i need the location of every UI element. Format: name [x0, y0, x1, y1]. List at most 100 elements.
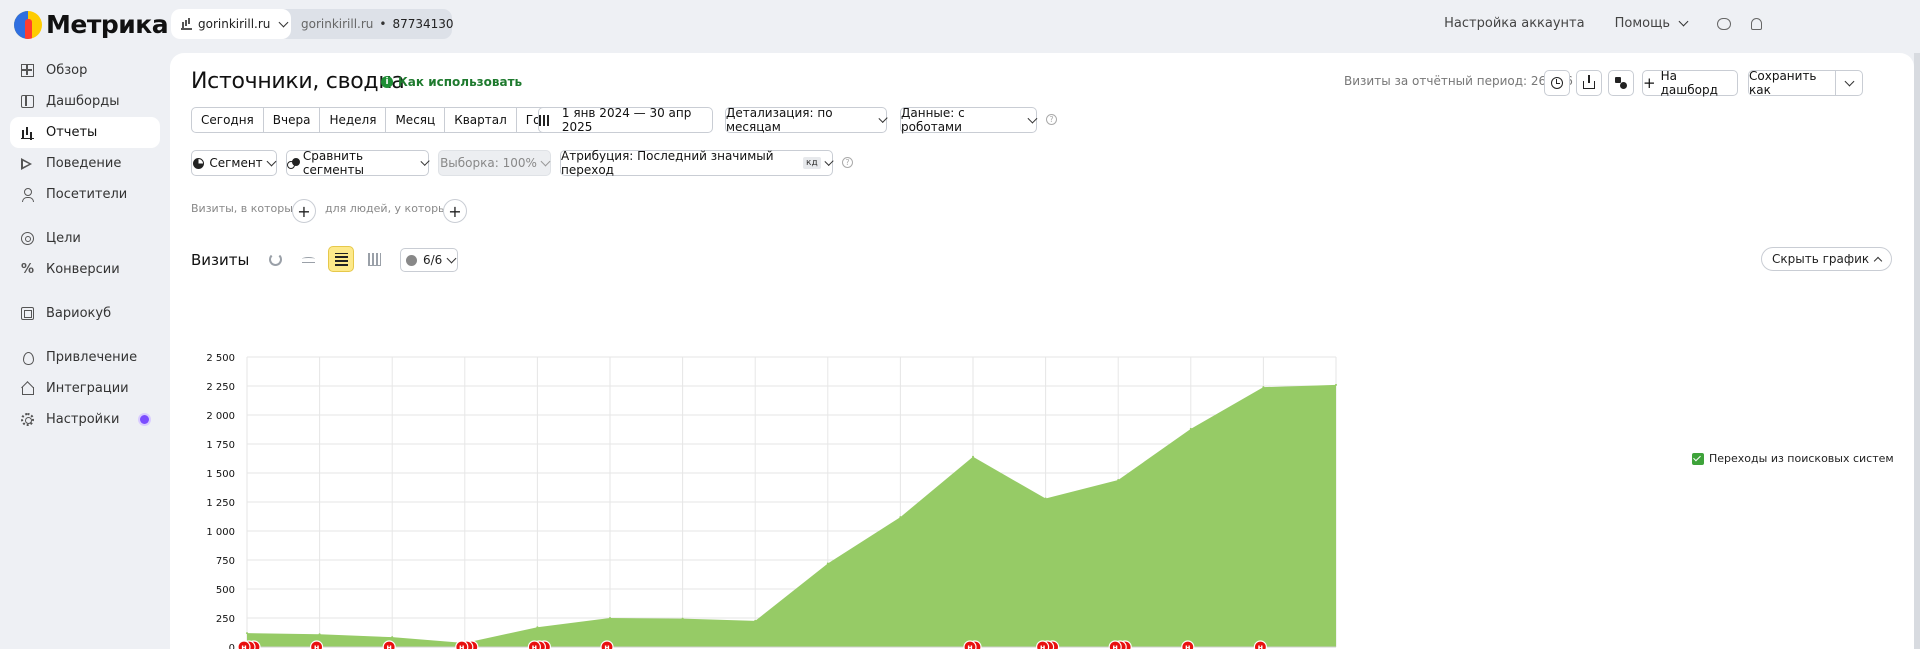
save-as-dropdown[interactable] [1835, 70, 1863, 96]
sample-dropdown[interactable]: Выборка: 100% [438, 150, 551, 176]
share-icon [1583, 75, 1595, 89]
house-icon [21, 382, 34, 395]
chevron-down-icon [1678, 16, 1689, 27]
stats-icon [181, 19, 192, 30]
period-yesterday[interactable]: Вчера [264, 108, 321, 132]
visits-condition-label: Визиты, в которых [191, 202, 300, 215]
legend-checkbox[interactable] [1692, 452, 1704, 465]
data-point [1335, 383, 1337, 386]
chevron-down-icon [540, 156, 551, 166]
annotation-label: н [386, 643, 392, 649]
chevron-down-icon [278, 17, 289, 27]
chat-icon[interactable] [1717, 17, 1731, 30]
sidebar-item-settings[interactable]: Настройки [10, 404, 160, 435]
annotation-label: н [532, 643, 538, 649]
sidebar-item-acquisition[interactable]: Привлечение [10, 342, 160, 373]
chart-type-line[interactable] [295, 246, 321, 272]
nav-gap [10, 285, 160, 298]
sidebar-item-visitors[interactable]: Посетители [10, 179, 160, 210]
gear-icon [21, 413, 34, 426]
sidebar-item-conversions[interactable]: % Конверсии [10, 254, 160, 285]
plus-icon: + [448, 201, 462, 221]
help-icon[interactable]: ? [1046, 114, 1057, 125]
play-icon [21, 157, 32, 170]
add-people-condition-button[interactable]: + [443, 199, 467, 223]
chart-type-pie[interactable] [262, 246, 288, 272]
annotation-label: н [459, 643, 465, 649]
chevron-down-icon [878, 113, 888, 123]
top-bar: Метрика gorinkirill.ru gorinkirill.ru • … [0, 0, 1920, 50]
counter-site: gorinkirill.ru [301, 17, 374, 31]
sidebar-item-label: Конверсии [46, 262, 120, 277]
annotation-label: н [1040, 643, 1046, 649]
period-month[interactable]: Месяц [386, 108, 446, 132]
sidebar-item-variocube[interactable]: Вариокуб [10, 298, 160, 329]
sidebar-item-dashboards[interactable]: Дашборды [10, 86, 160, 117]
chevron-up-icon [1873, 256, 1883, 266]
period-week[interactable]: Неделя [320, 108, 387, 132]
series-count-dropdown[interactable]: 6/6 [400, 248, 458, 272]
hide-chart-button[interactable]: Скрыть график [1761, 247, 1893, 271]
sidebar-item-behavior[interactable]: Поведение [10, 148, 160, 179]
data-point [681, 617, 684, 620]
chevron-down-icon [824, 156, 834, 166]
chart-type-bars[interactable] [361, 246, 387, 272]
data-point [972, 455, 974, 458]
sidebar-item-integrations[interactable]: Интеграции [10, 373, 160, 404]
detail-dropdown[interactable]: Детализация: по месяцам [725, 106, 888, 134]
bell-icon[interactable] [1751, 17, 1762, 30]
counter-info: gorinkirill.ru • 87734130 [301, 9, 454, 39]
series-area [247, 384, 1336, 647]
sidebar-item-overview[interactable]: Обзор [10, 55, 160, 86]
data-dropdown[interactable]: Данные: с роботами [900, 106, 1038, 134]
y-tick-label: 1 750 [206, 440, 235, 451]
sidebar-item-goals[interactable]: Цели [10, 223, 160, 254]
period-today[interactable]: Сегодня [192, 108, 264, 132]
clock-icon [1551, 77, 1563, 89]
sidebar-item-reports[interactable]: Отчеты [10, 117, 160, 148]
add-visit-condition-button[interactable]: + [292, 199, 316, 223]
compare-icon [1615, 77, 1627, 89]
history-button[interactable] [1544, 70, 1570, 96]
scrollbar[interactable] [1914, 53, 1920, 649]
segment-dropdown[interactable]: Сегмент [191, 150, 277, 176]
comment-icon [406, 254, 417, 266]
data-point [318, 633, 321, 636]
segment-label: Сегмент [209, 156, 263, 170]
pie-icon [193, 157, 205, 169]
date-range-picker[interactable]: 1 янв 2024 — 30 апр 2025 [538, 106, 713, 134]
counter-dropdown[interactable]: gorinkirill.ru [171, 9, 291, 39]
visits-area-chart: 0 250 500 750 1 000 1 250 1 500 1 750 2 000 2 250… [206, 353, 1337, 649]
y-tick-label: 250 [216, 614, 235, 625]
info-icon: i [381, 76, 393, 88]
compare-segments-dropdown[interactable]: Сравнить сегменты [286, 149, 430, 177]
compare-button[interactable] [1608, 70, 1634, 96]
attribution-dropdown[interactable]: Атрибуция: Последний значимый переход кд [560, 149, 834, 177]
notification-dot [140, 415, 149, 424]
period-quarter[interactable]: Квартал [445, 108, 517, 132]
annotation-label: н [241, 643, 247, 649]
data-label: Данные: с роботами [901, 106, 965, 134]
sidebar-item-label: Вариокуб [46, 306, 112, 321]
metrika-logo-icon [14, 10, 42, 39]
export-button[interactable] [1576, 70, 1602, 96]
help-menu[interactable]: Помощь [1615, 16, 1689, 31]
fire-icon [21, 351, 34, 365]
save-as-button[interactable]: Сохранить как [1748, 69, 1836, 97]
percent-icon: % [21, 262, 35, 277]
how-to-use-link[interactable]: i Как использовать [381, 75, 522, 89]
add-to-dashboard-button[interactable]: + На дашборд [1642, 69, 1738, 97]
annotation-label: н [604, 643, 610, 649]
data-point [1262, 386, 1265, 389]
account-settings-link[interactable]: Настройка аккаунта [1444, 16, 1584, 31]
help-icon[interactable]: ? [842, 157, 853, 168]
counter-selected-label: gorinkirill.ru [198, 17, 271, 31]
logo[interactable]: Метрика [14, 10, 169, 39]
sample-label: Выборка: 100% [440, 156, 537, 170]
nav-gap [10, 329, 160, 342]
annotation-label: н [314, 643, 320, 649]
pie-chart-icon [268, 252, 282, 266]
chart-type-area[interactable] [328, 246, 354, 272]
people-condition-label: для людей, у которых [325, 202, 454, 215]
chart-legend: Переходы из поисковых систем [1692, 452, 1894, 465]
